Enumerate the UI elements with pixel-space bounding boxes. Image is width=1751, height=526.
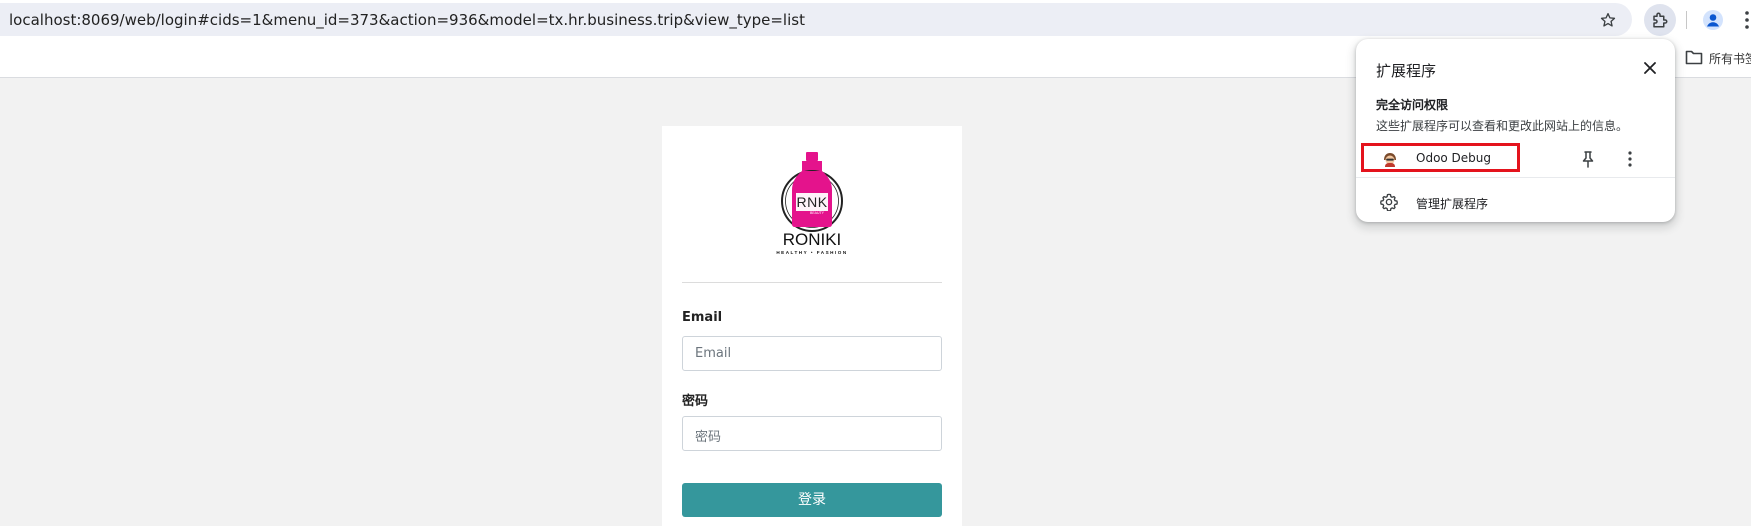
- email-placeholder: Email: [695, 346, 732, 361]
- logo-beauty-text: BEAUTY: [810, 211, 825, 215]
- password-label: 密码: [682, 394, 709, 409]
- highlight-annotation: [1361, 143, 1520, 172]
- email-label: Email: [682, 310, 723, 325]
- url-text[interactable]: localhost:8069/web/login#cids=1&menu_id=…: [9, 11, 805, 29]
- manage-extensions-item[interactable]: 管理扩展程序: [1356, 185, 1675, 219]
- password-field[interactable]: 密码: [682, 416, 942, 451]
- logo-rnk-text: RNK: [796, 194, 827, 210]
- full-access-heading: 完全访问权限: [1376, 98, 1449, 112]
- extensions-popup: 扩展程序 完全访问权限 这些扩展程序可以查看和更改此网站上的信息。 Odoo D…: [1356, 39, 1675, 222]
- popup-title: 扩展程序: [1376, 62, 1437, 80]
- logo-brand-text: RONIKI: [783, 230, 842, 249]
- close-icon[interactable]: [1643, 61, 1657, 75]
- extensions-button[interactable]: [1644, 4, 1676, 36]
- browser-menu-icon[interactable]: [1743, 10, 1751, 30]
- toolbar-separator: [1686, 11, 1687, 29]
- bookmark-star-icon[interactable]: [1600, 12, 1616, 28]
- email-field[interactable]: Email: [682, 336, 942, 371]
- all-bookmarks-label[interactable]: 所有书签: [1709, 50, 1751, 67]
- card-divider: [682, 282, 942, 283]
- login-button[interactable]: 登录: [682, 483, 942, 517]
- more-options-icon[interactable]: [1628, 151, 1632, 167]
- address-bar[interactable]: localhost:8069/web/login#cids=1&menu_id=…: [0, 3, 1632, 36]
- gear-icon: [1380, 193, 1398, 211]
- manage-extensions-label: 管理扩展程序: [1416, 197, 1489, 211]
- full-access-description: 这些扩展程序可以查看和更改此网站上的信息。: [1376, 119, 1629, 133]
- folder-icon[interactable]: [1685, 49, 1703, 65]
- pin-icon[interactable]: [1581, 150, 1595, 168]
- password-placeholder: 密码: [695, 430, 722, 445]
- popup-divider: [1356, 177, 1675, 178]
- logo-tagline-text: HEALTHY • FASHION: [776, 250, 847, 255]
- browser-toolbar: localhost:8069/web/login#cids=1&menu_id=…: [0, 0, 1751, 40]
- puzzle-icon: [1653, 12, 1668, 28]
- profile-icon[interactable]: [1703, 10, 1723, 30]
- login-card: RNK BEAUTY RONIKI HEALTHY • FASHION Emai…: [662, 126, 962, 526]
- company-logo: RNK BEAUTY RONIKI HEALTHY • FASHION: [776, 152, 847, 255]
